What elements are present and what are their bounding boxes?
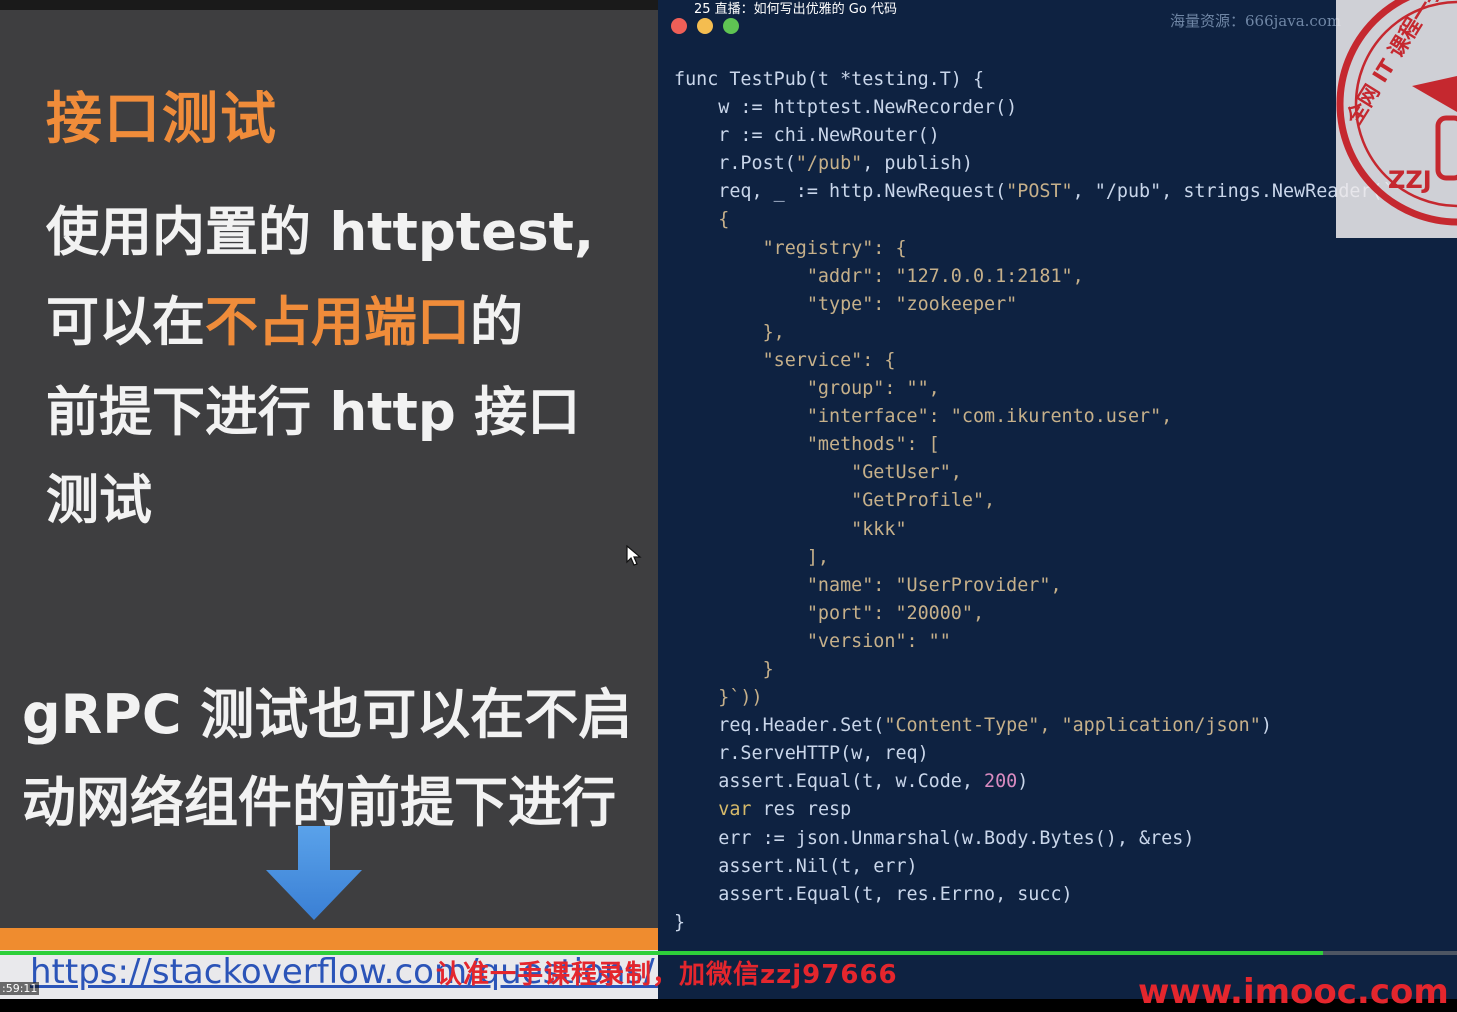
code-token: res resp — [751, 799, 852, 821]
svg-text:全网 IT 课程一手: 全网 IT 课程一手 — [1341, 0, 1448, 129]
code-token: "group": "", — [674, 378, 940, 400]
code-line: ], — [674, 544, 1394, 572]
code-token: var — [674, 799, 752, 821]
code-line: req.Header.Set("Content-Type", "applicat… — [674, 712, 1394, 740]
code-token: "version": "" — [674, 630, 951, 652]
code-line: req, _ := http.NewRequest("POST", "/pub"… — [674, 178, 1393, 206]
source-watermark: 海量资源：666java.com — [1170, 12, 1342, 30]
code-token: "name": "UserProvider", — [674, 574, 1062, 596]
slide-text-line-2-pre: 可以在 — [46, 292, 205, 353]
code-line: "addr": "127.0.0.1:2181", — [674, 263, 1394, 291]
code-line: r.ServeHTTP(w, req) — [674, 740, 1394, 768]
code-line: err := json.Unmarshal(w.Body.Bytes(), &r… — [674, 825, 1394, 853]
slide-text-highlight: 不占用端口 — [205, 292, 470, 353]
slide-grpc-line-1: gRPC 测试也可以在不启 — [22, 683, 633, 746]
code-token: "addr": "127.0.0.1:2181", — [674, 265, 1084, 287]
code-token: } — [674, 658, 774, 680]
code-token: }, — [674, 321, 785, 343]
code-line: "type": "zookeeper" — [674, 291, 1394, 319]
code-token: "POST" — [1006, 181, 1073, 203]
code-line: r.Post("/pub", publish) — [674, 150, 1394, 178]
code-line: "GetProfile", — [674, 487, 1394, 515]
slide-text-line-2-post: 的 — [470, 292, 523, 353]
code-token: r.ServeHTTP(w, req) — [674, 743, 929, 765]
code-token: "service": { — [674, 349, 896, 371]
code-token: func TestPub(t *testing.T) { — [674, 69, 985, 90]
code-line: assert.Equal(t, res.Errno, succ) — [674, 881, 1394, 909]
code-token: assert.Nil(t, err) — [674, 855, 918, 877]
code-token: , publish) — [862, 153, 973, 175]
window-minimize-button[interactable] — [697, 18, 713, 34]
code-token: r := chi.NewRouter() — [674, 125, 940, 147]
code-token: 200 — [984, 771, 1018, 793]
code-token: "interface": "com.ikurento.user", — [674, 406, 1173, 428]
code-token: "registry": { — [674, 237, 907, 259]
code-line: w := httptest.NewRecorder() — [674, 94, 1394, 122]
window-zoom-button[interactable] — [723, 18, 739, 34]
code-line: }, — [674, 319, 1394, 347]
code-line: "methods": [ — [674, 431, 1394, 459]
slide-top-bar — [0, 0, 658, 10]
mouse-cursor-icon — [626, 545, 642, 566]
slide-panel: 接口测试 使用内置的 httptest, 可以在不占用端口的 前提下进行 htt… — [0, 0, 658, 999]
code-line: }`)) — [674, 684, 1394, 712]
code-token: req.Header.Set( — [674, 715, 885, 737]
code-block: func TestPub(t *testing.T) { w := httpte… — [674, 66, 1394, 937]
code-token: { — [674, 209, 730, 231]
svg-text:ZZJ: ZZJ — [1388, 166, 1432, 194]
slide-text-line-1: 使用内置的 httptest, — [46, 202, 595, 263]
down-arrow-icon — [266, 826, 362, 920]
slide-title: 接口测试 — [46, 87, 278, 152]
code-token: assert.Equal(t, res.Errno, succ) — [674, 883, 1073, 905]
code-line: "version": "" — [674, 628, 1394, 656]
code-line: } — [674, 656, 1394, 684]
code-line: "name": "UserProvider", — [674, 572, 1394, 600]
slide-text-line-3: 前提下进行 http 接口 — [46, 382, 581, 443]
code-token: } — [674, 911, 686, 933]
code-token: assert.Equal(t, w.Code, — [674, 771, 985, 793]
promo-overlay-text: 认准一手课程录制，加微信zzj97666 — [436, 960, 898, 990]
code-token: w := httptest.NewRecorder() — [674, 97, 1018, 119]
code-line: assert.Nil(t, err) — [674, 853, 1394, 881]
code-line: "service": { — [674, 347, 1394, 375]
code-line: r := chi.NewRouter() — [674, 122, 1394, 150]
code-token: ) — [1017, 771, 1029, 793]
code-token: "type": "zookeeper" — [674, 293, 1018, 315]
slide-text-line-2: 可以在不占用端口的 — [46, 280, 523, 356]
code-token: req, _ := http.NewRequest( — [674, 181, 1007, 203]
slide-text-line-4: 测试 — [46, 470, 152, 531]
stamp-seal-icon: 全网 IT 课程一手 ZZJ — [1336, 0, 1457, 226]
code-token: ], — [674, 546, 830, 568]
site-watermark: www.imooc.com — [1138, 972, 1449, 1012]
code-token: }`)) — [674, 687, 763, 709]
code-token: "/pub" — [795, 153, 863, 175]
code-token: "methods": [ — [674, 434, 940, 456]
code-line: assert.Equal(t, w.Code, 200) — [674, 768, 1394, 796]
video-title: 25 直播：如何写出优雅的 Go 代码 — [694, 2, 897, 17]
playback-time: :59:11 — [0, 982, 40, 995]
code-line: { — [674, 206, 1394, 234]
code-line: "port": "20000", — [674, 600, 1394, 628]
code-line: "registry": { — [674, 235, 1394, 263]
code-line: } — [674, 909, 1394, 937]
code-token: "Content-Type", "application/json" — [884, 715, 1261, 737]
code-line: var res resp — [674, 796, 1394, 824]
code-line: "kkk" — [674, 516, 1394, 544]
code-token: "GetUser", — [674, 462, 962, 484]
code-token: ) — [1260, 715, 1272, 737]
code-token: r.Post( — [674, 153, 796, 175]
code-line: "group": "", — [674, 375, 1394, 403]
code-line: func TestPub(t *testing.T) { — [674, 66, 1394, 94]
code-token: "kkk" — [674, 518, 907, 540]
code-token: "GetProfile", — [674, 490, 996, 512]
window-close-button[interactable] — [671, 18, 687, 34]
code-token: "port": "20000", — [674, 602, 985, 624]
code-line: "GetUser", — [674, 459, 1394, 487]
code-line: "interface": "com.ikurento.user", — [674, 403, 1394, 431]
stamp-watermark: 全网 IT 课程一手 ZZJ — [1336, 0, 1457, 238]
code-token: err := json.Unmarshal(w.Body.Bytes(), &r… — [674, 827, 1195, 849]
